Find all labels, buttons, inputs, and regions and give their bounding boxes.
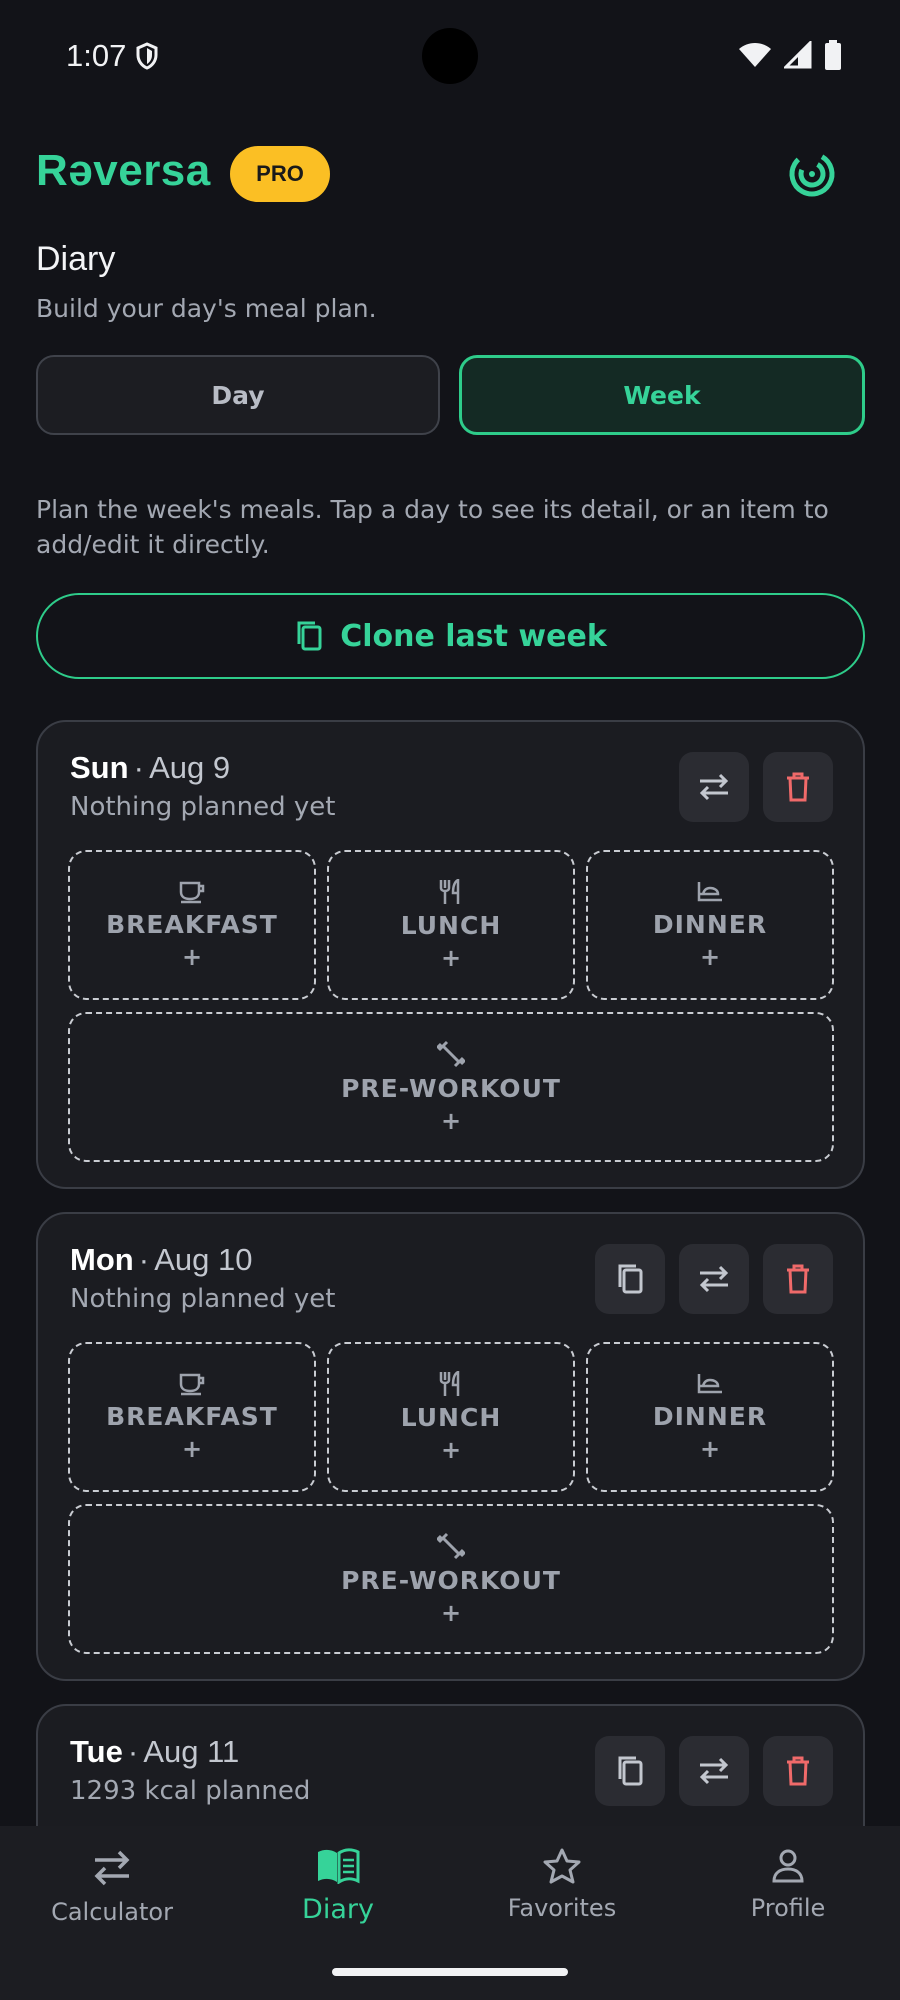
slot-pre-workout[interactable]: PRE-WORKOUT + [68,1012,834,1162]
clone-label: Clone last week [340,618,607,654]
slot-breakfast[interactable]: BREAKFAST + [68,850,316,1000]
fork-knife-icon [439,1370,460,1396]
copy-icon [297,621,322,651]
shield-icon [136,42,158,70]
signal-icon [784,41,812,69]
plate-icon [697,881,722,901]
copy-day-button[interactable] [595,1244,665,1314]
nav-calculator[interactable]: Calculator [32,1848,192,1926]
day-status: 1293 kcal planned [70,1776,311,1806]
nav-diary[interactable]: Diary [258,1848,418,1925]
dumbbell-icon [437,1532,465,1559]
target-icon[interactable] [786,148,838,200]
person-icon [772,1849,804,1883]
tab-day[interactable]: Day [36,355,440,435]
trash-icon [787,1756,809,1786]
clone-last-week-button[interactable]: Clone last week [36,593,865,679]
nav-favorites[interactable]: Favorites [482,1848,642,1922]
book-icon [318,1848,360,1884]
day-date: Aug 11 [143,1734,240,1769]
swap-icon [699,1757,729,1785]
week-description: Plan the week's meals. Tap a day to see … [36,495,829,559]
trash-icon [787,1264,809,1294]
app-logo: Rəversa [36,146,211,195]
page-title: Diary [36,240,116,278]
plate-icon [697,1373,722,1393]
coffee-cup-icon [179,1373,205,1395]
slot-dinner[interactable]: DINNER + [586,850,834,1000]
day-status: Nothing planned yet [70,1284,336,1314]
day-card-sun[interactable]: Sun · Aug 9 Nothing planned yet BREAKFAS… [36,720,865,1189]
day-date: Aug 10 [154,1242,253,1277]
copy-icon [618,1756,643,1786]
day-separator: · [133,750,144,785]
day-status: Nothing planned yet [70,792,336,822]
day-name: Mon [70,1242,134,1277]
delete-day-button[interactable] [763,752,833,822]
swap-icon [699,1265,729,1293]
status-time: 1:07 [66,38,127,73]
star-icon [543,1848,581,1884]
copy-day-button[interactable] [595,1736,665,1806]
day-date: Aug 9 [149,750,231,785]
slot-pre-workout[interactable]: PRE-WORKOUT + [68,1504,834,1654]
trash-icon [787,772,809,802]
pro-badge[interactable]: PRO [230,146,330,202]
day-name: Sun [70,750,129,785]
swap-day-button[interactable] [679,1736,749,1806]
day-name: Tue [70,1734,123,1769]
delete-day-button[interactable] [763,1244,833,1314]
slot-lunch[interactable]: LUNCH + [327,1342,575,1492]
dumbbell-icon [437,1040,465,1067]
swap-icon [699,773,729,801]
copy-icon [618,1264,643,1294]
home-indicator[interactable] [332,1968,568,1976]
page-subtitle: Build your day's meal plan. [36,294,377,323]
day-card-mon[interactable]: Mon · Aug 10 Nothing planned yet BREAKFA… [36,1212,865,1681]
tab-week[interactable]: Week [459,355,865,435]
wifi-icon [739,43,771,67]
slot-breakfast[interactable]: BREAKFAST + [68,1342,316,1492]
slot-dinner[interactable]: DINNER + [586,1342,834,1492]
coffee-cup-icon [179,881,205,903]
swap-day-button[interactable] [679,1244,749,1314]
fork-knife-icon [439,878,460,904]
delete-day-button[interactable] [763,1736,833,1806]
status-bar: 1:07 [0,0,900,112]
day-separator: · [127,1734,139,1769]
swap-day-button[interactable] [679,752,749,822]
camera-cutout [422,28,478,84]
battery-icon [825,40,841,70]
swap-arrows-icon [94,1850,130,1886]
nav-profile[interactable]: Profile [708,1848,868,1922]
day-separator: · [138,1242,150,1277]
slot-lunch[interactable]: LUNCH + [327,850,575,1000]
